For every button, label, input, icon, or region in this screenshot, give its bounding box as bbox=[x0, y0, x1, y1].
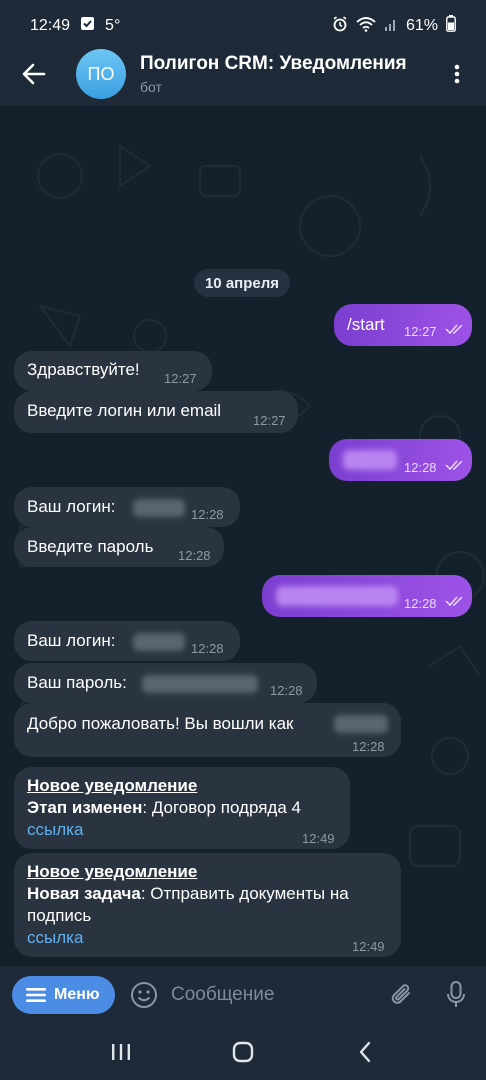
message-input-bar: Меню bbox=[0, 966, 486, 1024]
redacted-text bbox=[133, 633, 185, 651]
message-bubble-incoming[interactable]: Добро пожаловать! Вы вошли как 12:28 bbox=[14, 703, 401, 757]
redacted-text bbox=[133, 499, 185, 517]
signal-icon bbox=[384, 16, 398, 37]
double-check-icon bbox=[445, 324, 463, 335]
redacted-text bbox=[343, 450, 397, 470]
double-check-icon bbox=[445, 596, 463, 607]
notification-title: Новое уведомление bbox=[27, 776, 198, 795]
notification-link[interactable]: ссылка bbox=[27, 927, 349, 949]
paperclip-icon bbox=[391, 984, 410, 1004]
message-time: 12:27 bbox=[404, 324, 437, 339]
hamburger-icon bbox=[26, 988, 46, 1002]
message-time: 12:28 bbox=[404, 596, 437, 611]
redacted-text bbox=[142, 675, 258, 693]
recent-apps-icon bbox=[112, 1044, 130, 1060]
message-text: Ваш пароль: bbox=[27, 673, 127, 692]
emoji-button[interactable] bbox=[129, 980, 159, 1010]
message-text: Ваш логин: bbox=[27, 631, 116, 650]
battery-percent: 61% bbox=[405, 17, 438, 34]
notification-label: Новая задача bbox=[27, 884, 141, 903]
chat-header: ПО Полигон CRM: Уведомления бот bbox=[0, 42, 486, 106]
status-temp: 5° bbox=[105, 17, 121, 34]
message-bubble-incoming[interactable]: Ваш логин: 12:28 bbox=[14, 487, 240, 527]
status-time: 12:49 bbox=[30, 17, 71, 34]
recent-apps-button[interactable] bbox=[97, 1028, 145, 1076]
more-options-button[interactable] bbox=[442, 50, 472, 98]
avatar-initials: ПО bbox=[87, 63, 115, 84]
notification-link[interactable]: ссылка bbox=[27, 819, 301, 841]
notification-title: Новое уведомление bbox=[27, 862, 198, 881]
message-bubble-incoming[interactable]: Введите пароль 12:28 bbox=[14, 527, 224, 567]
chat-title-block[interactable]: Полигон CRM: Уведомления бот bbox=[140, 53, 407, 95]
message-time: 12:28 bbox=[404, 460, 437, 475]
message-bubble-incoming[interactable]: Ваш пароль: 12:28 bbox=[14, 663, 317, 703]
more-vertical-icon bbox=[454, 64, 460, 84]
home-button[interactable] bbox=[219, 1028, 267, 1076]
wifi-icon bbox=[356, 16, 376, 37]
chat-subtitle: бот bbox=[140, 79, 162, 95]
message-time: 12:28 bbox=[191, 507, 224, 522]
message-time: 12:49 bbox=[352, 939, 385, 954]
message-text: Ваш логин: bbox=[27, 497, 116, 516]
attach-button[interactable] bbox=[386, 979, 418, 1011]
chat-title: Полигон CRM: Уведомления bbox=[140, 53, 407, 74]
back-arrow-icon bbox=[22, 63, 46, 85]
microphone-button[interactable] bbox=[440, 979, 472, 1011]
date-chip: 10 апреля bbox=[194, 269, 290, 297]
redacted-text bbox=[334, 715, 388, 733]
message-time: 12:27 bbox=[164, 371, 197, 386]
alarm-icon bbox=[332, 15, 348, 37]
notification-body-continued: подпись bbox=[27, 906, 92, 925]
message-text: /start bbox=[347, 315, 385, 334]
message-bubble-incoming[interactable]: Ваш логин: 12:28 bbox=[14, 621, 240, 661]
message-time: 12:27 bbox=[253, 413, 286, 428]
battery-icon bbox=[446, 15, 456, 37]
notification-body: : Отправить документы на bbox=[140, 884, 349, 903]
message-text: Введите логин или email bbox=[27, 401, 222, 420]
message-bubble-incoming[interactable]: Здравствуйте! 12:27 bbox=[14, 351, 212, 391]
double-check-icon bbox=[445, 460, 463, 471]
message-input[interactable] bbox=[171, 984, 371, 1006]
avatar[interactable]: ПО bbox=[76, 49, 126, 99]
message-time: 12:28 bbox=[270, 683, 303, 698]
notification-bubble[interactable]: Новое уведомление Новая задача: Отправит… bbox=[14, 853, 401, 957]
notification-bubble[interactable]: Новое уведомление Этап изменен: Договор … bbox=[14, 767, 350, 849]
system-navigation-bar bbox=[0, 1024, 486, 1080]
message-bubble-outgoing[interactable]: 12:28 bbox=[329, 439, 472, 481]
check-notification-icon bbox=[80, 16, 95, 36]
message-bubble-outgoing[interactable]: /start 12:27 bbox=[334, 304, 472, 346]
message-time: 12:28 bbox=[191, 641, 224, 656]
back-nav-button[interactable] bbox=[341, 1028, 389, 1076]
message-time: 12:49 bbox=[302, 831, 335, 846]
notification-body: : Договор подряда 4 bbox=[142, 798, 301, 817]
message-time: 12:28 bbox=[178, 548, 211, 563]
message-text: Добро пожаловать! Вы вошли как bbox=[27, 714, 294, 733]
redacted-text bbox=[276, 586, 398, 606]
message-text: Введите пароль bbox=[27, 537, 154, 556]
message-time: 12:28 bbox=[352, 739, 385, 754]
message-text: Здравствуйте! bbox=[27, 360, 140, 379]
message-bubble-incoming[interactable]: Введите логин или email 12:27 bbox=[14, 391, 298, 433]
chat-area[interactable]: 10 апреля /start 12:27 Здравствуйте! 12:… bbox=[0, 106, 486, 966]
emoji-icon bbox=[131, 982, 157, 1008]
message-bubble-outgoing[interactable]: 12:28 bbox=[262, 575, 472, 617]
microphone-icon bbox=[447, 981, 465, 1007]
home-icon bbox=[232, 1041, 254, 1063]
notification-label: Этап изменен bbox=[27, 798, 143, 817]
menu-button[interactable]: Меню bbox=[12, 976, 115, 1014]
back-button[interactable] bbox=[10, 50, 58, 98]
menu-button-label: Меню bbox=[54, 986, 100, 1003]
chevron-left-icon bbox=[359, 1041, 371, 1063]
